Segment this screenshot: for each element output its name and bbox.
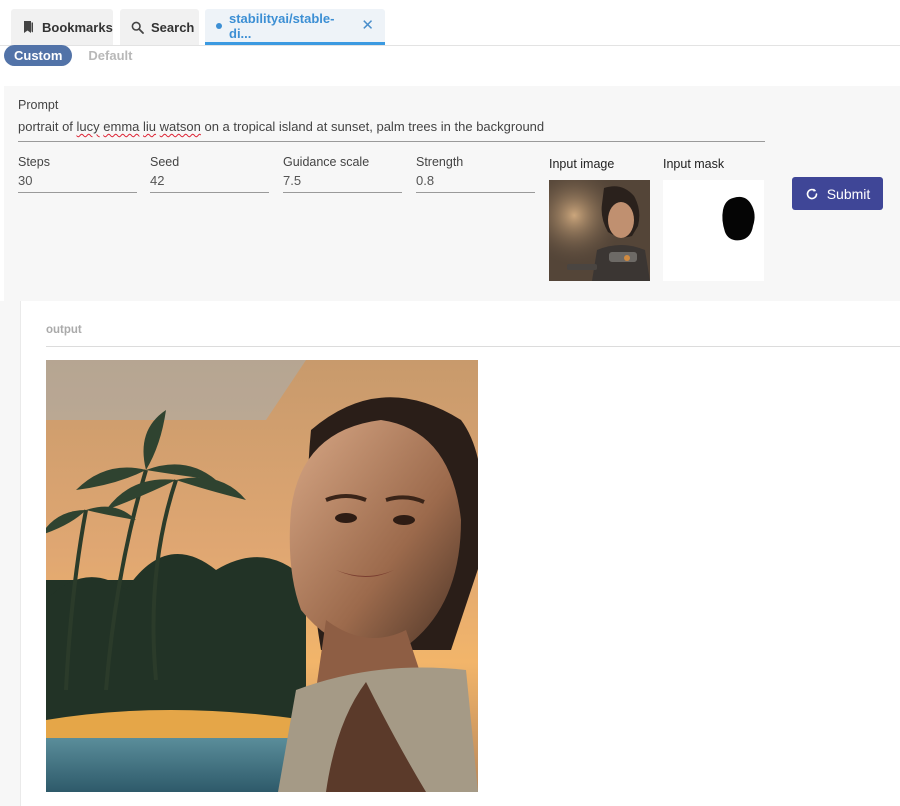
strength-label: Strength <box>416 155 464 169</box>
mode-custom-button[interactable]: Custom <box>4 45 73 66</box>
prompt-word: watson <box>159 119 201 134</box>
prompt-text-end: on a tropical island at sunset, palm tre… <box>200 119 545 134</box>
generated-portrait-image <box>46 360 478 792</box>
seed-input[interactable]: 42 <box>150 173 164 188</box>
output-panel: output <box>20 301 900 806</box>
mask-image <box>722 196 755 241</box>
prompt-input[interactable]: portrait of lucy emma liu watson on a tr… <box>18 119 544 134</box>
tab-stable-diffusion-label: stabilityai/stable-di... <box>229 10 335 41</box>
tab-search[interactable]: Search <box>120 9 199 45</box>
input-image-label: Input image <box>549 157 615 171</box>
submit-button[interactable]: Submit <box>792 177 883 210</box>
tab-bar: Bookmarks Search stabilityai/stable-di..… <box>0 0 900 46</box>
tab-bookmarks-label: Bookmarks <box>42 19 113 35</box>
close-icon[interactable]: ✕ <box>361 18 374 33</box>
prompt-word: emma <box>103 119 140 134</box>
bookmark-icon <box>24 21 33 33</box>
form-panel: Prompt portrait of lucy emma liu watson … <box>4 86 900 301</box>
seed-underline <box>150 192 269 193</box>
tab-stable-diffusion[interactable]: stabilityai/stable-di... ✕ <box>205 9 385 45</box>
left-rail <box>0 301 20 806</box>
steps-input[interactable]: 30 <box>18 173 32 188</box>
mode-default-button[interactable]: Default <box>88 48 132 63</box>
prompt-text-start: portrait of <box>18 119 77 134</box>
output-image[interactable] <box>46 360 478 792</box>
search-icon <box>131 21 144 34</box>
strength-input[interactable]: 0.8 <box>416 173 434 188</box>
submit-label: Submit <box>826 185 871 202</box>
steps-label: Steps <box>18 155 50 169</box>
mode-toggle: Custom Default <box>4 45 132 66</box>
prompt-word: liu <box>143 119 157 134</box>
status-dot-icon <box>216 22 222 29</box>
prompt-underline <box>18 141 765 142</box>
portrait-image <box>549 180 650 281</box>
output-divider <box>46 346 900 347</box>
input-mask-thumbnail[interactable] <box>663 180 764 281</box>
prompt-word: lucy <box>76 119 100 134</box>
guidance-underline <box>283 192 402 193</box>
output-label: output <box>46 324 82 336</box>
seed-label: Seed <box>150 155 180 169</box>
input-image-thumbnail[interactable] <box>549 180 650 281</box>
prompt-label: Prompt <box>18 98 59 112</box>
strength-underline <box>416 192 535 193</box>
input-mask-label: Input mask <box>663 157 725 171</box>
tab-bookmarks[interactable]: Bookmarks <box>11 9 113 45</box>
steps-underline <box>18 192 137 193</box>
refresh-icon <box>806 188 818 199</box>
guidance-input[interactable]: 7.5 <box>283 173 301 188</box>
guidance-label: Guidance scale <box>283 155 370 169</box>
tab-search-label: Search <box>151 19 195 35</box>
